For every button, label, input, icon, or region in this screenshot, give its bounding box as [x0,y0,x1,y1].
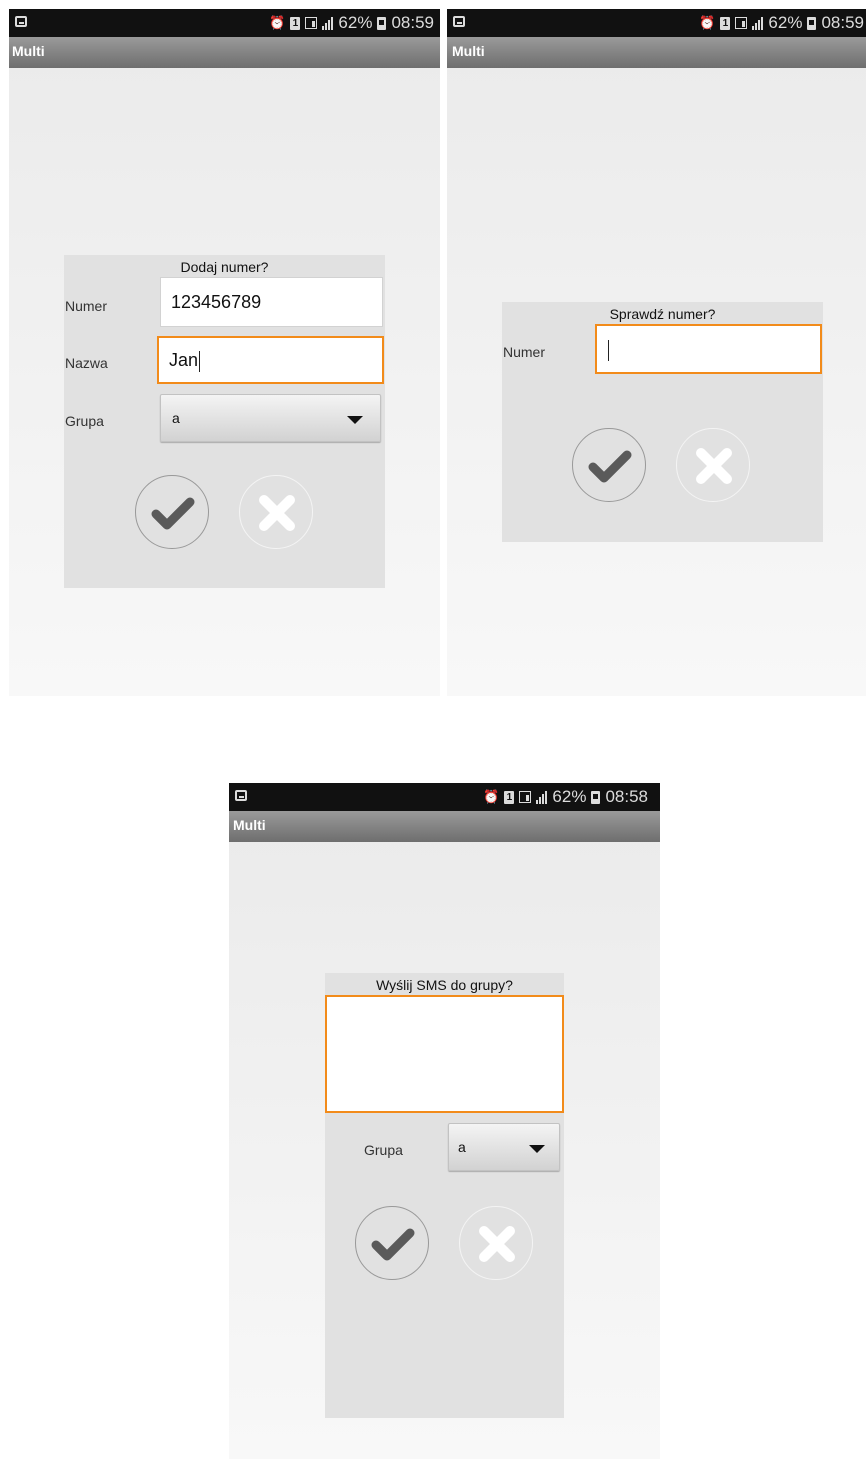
gallery-notification-icon [15,16,27,27]
alarm-icon: ⏰ [269,15,286,30]
signal-box-icon [305,17,318,29]
app-bar: Multi [9,37,440,68]
status-bar: ⏰ 1 62% 08:58 [229,783,660,811]
confirm-button[interactable] [135,475,209,549]
cancel-button[interactable] [459,1206,533,1280]
status-bar: ⏰ 1 62% 08:59 [447,9,866,37]
numer-input[interactable]: 123456789 [160,277,383,327]
nazwa-input-value: Jan [169,350,199,370]
sim-icon: 1 [504,790,515,804]
grupa-dropdown-value: a [458,1139,466,1155]
battery-percent: 62% [338,13,373,32]
numer-label: Numer [65,298,108,314]
dialog-title: Wyślij SMS do grupy? [376,977,513,993]
signal-box-icon [735,17,748,29]
app-title: Multi [233,817,266,833]
status-time: 08:59 [391,13,434,32]
grupa-label: Grupa [364,1142,403,1158]
sim-icon: 1 [720,16,731,30]
close-icon [696,448,732,484]
alarm-icon: ⏰ [483,789,500,804]
numer-label: Numer [503,344,546,360]
checkmark-icon [371,1228,415,1261]
app-bar: Multi [229,811,660,842]
nazwa-input[interactable]: Jan [157,336,384,384]
close-icon [259,495,295,531]
dialog-title: Dodaj numer? [180,259,269,275]
text-cursor [199,350,201,372]
app-title: Multi [12,43,45,59]
grupa-dropdown[interactable]: a [160,394,381,442]
numer-input-value: 123456789 [171,292,262,312]
dialog-title: Sprawdź numer? [609,306,716,322]
gallery-notification-icon [235,790,247,801]
battery-icon [591,790,601,804]
confirm-button[interactable] [355,1206,429,1280]
send-sms-dialog: Wyślij SMS do grupy? Grupa a [325,973,564,1418]
checkmark-icon [588,450,632,483]
app-bar: Multi [447,37,866,68]
close-icon [479,1226,515,1262]
signal-strength-icon [536,790,548,804]
status-time: 08:58 [605,787,648,806]
grupa-dropdown-value: a [172,410,180,426]
numer-input[interactable] [595,324,822,374]
signal-strength-icon [752,16,764,30]
cancel-button[interactable] [676,428,750,502]
screen-add-number: ⏰ 1 62% 08:59 Multi Dodaj numer? Numer 1… [9,9,440,696]
battery-icon [377,16,387,30]
battery-percent: 62% [768,13,803,32]
gallery-notification-icon [453,16,465,27]
add-number-dialog: Dodaj numer? Numer 123456789 Nazwa Jan G… [64,255,385,588]
screen-send-sms: ⏰ 1 62% 08:58 Multi Wyślij SMS do grupy?… [229,783,660,1459]
dropdown-arrow-icon [347,416,363,424]
sms-message-input[interactable] [325,995,564,1113]
sim-icon: 1 [290,16,301,30]
alarm-icon: ⏰ [699,15,716,30]
battery-percent: 62% [552,787,587,806]
status-bar: ⏰ 1 62% 08:59 [9,9,440,37]
cancel-button[interactable] [239,475,313,549]
signal-box-icon [519,791,532,803]
check-number-dialog: Sprawdź numer? Numer [502,302,823,542]
app-title: Multi [452,43,485,59]
status-time: 08:59 [821,13,864,32]
grupa-label: Grupa [65,413,104,429]
text-cursor [608,339,609,361]
grupa-dropdown[interactable]: a [448,1123,560,1171]
screen-check-number: ⏰ 1 62% 08:59 Multi Sprawdź numer? Numer [447,9,866,696]
checkmark-icon [151,497,195,530]
signal-strength-icon [322,16,334,30]
confirm-button[interactable] [572,428,646,502]
nazwa-label: Nazwa [65,355,108,371]
dropdown-arrow-icon [529,1145,545,1153]
battery-icon [807,16,817,30]
